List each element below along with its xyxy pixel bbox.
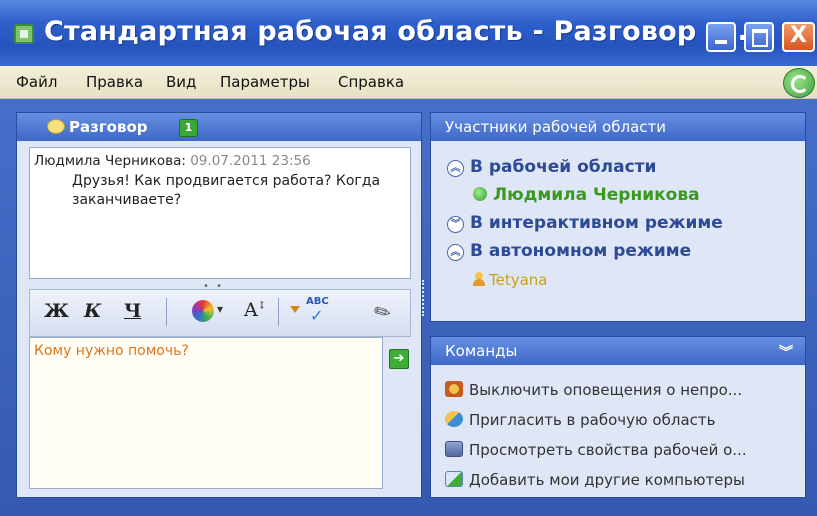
offline-user-icon <box>473 272 485 286</box>
expand-icon[interactable]: ︾ <box>447 216 464 233</box>
bold-button[interactable]: Ж <box>44 300 69 322</box>
message-text: Друзья! Как продвигается работа? Когда з… <box>72 173 381 208</box>
command-properties[interactable]: Просмотреть свойства рабочей о... <box>445 441 747 459</box>
message-input-text: Кому нужно помочь? <box>34 343 189 359</box>
italic-button[interactable]: К <box>84 300 101 322</box>
splitter-handle[interactable]: • • • • • <box>203 281 233 314</box>
commands-panel: Команды ︾ Выключить оповещения о непро..… <box>430 336 806 498</box>
participants-title: Участники рабочей области <box>445 118 667 136</box>
member-offline[interactable]: Tetyana <box>473 271 548 289</box>
app-icon[interactable] <box>14 24 34 44</box>
add-computers-icon <box>445 471 463 487</box>
menu-bar: Файл Правка Вид Параметры Справка <box>0 66 817 99</box>
group-offline[interactable]: ︽ В автономном режиме <box>447 241 691 261</box>
message-time: 09.07.2011 23:56 <box>190 153 311 169</box>
sync-icon[interactable] <box>783 68 815 98</box>
alert-bell-icon <box>445 381 463 397</box>
chat-log[interactable]: Людмила Черникова: 09.07.2011 23:56 Друз… <box>29 147 411 279</box>
format-toolbar: Ж К Ч A↕ ABC ✎ <box>29 289 411 337</box>
underline-button[interactable]: Ч <box>124 300 141 322</box>
spellcheck-icon[interactable]: ABC <box>306 296 329 325</box>
collapse-icon[interactable]: ︽ <box>447 244 464 261</box>
menu-options[interactable]: Параметры <box>220 73 310 91</box>
title-bar[interactable]: Стандартная рабочая область - Разговор -… <box>0 0 817 66</box>
close-button[interactable]: X <box>782 22 815 52</box>
window-title: Стандартная рабочая область - Разговор -… <box>44 16 759 47</box>
participants-panel: Участники рабочей области ︽ В рабочей обл… <box>430 112 806 322</box>
chevron-down-icon[interactable]: ︾ <box>779 342 793 362</box>
command-add-computers[interactable]: Добавить мои другие компьютеры <box>445 471 745 489</box>
font-size-button[interactable]: A↕ <box>244 299 266 321</box>
command-label: Выключить оповещения о непро... <box>469 381 743 399</box>
send-button[interactable]: ➔ <box>389 349 409 369</box>
microphone-icon[interactable]: ✎ <box>369 297 396 326</box>
menu-view[interactable]: Вид <box>166 73 196 91</box>
group-interactive[interactable]: ︾ В интерактивном режиме <box>447 213 723 233</box>
collapse-icon[interactable]: ︽ <box>447 160 464 177</box>
message-header: Людмила Черникова: 09.07.2011 23:56 <box>34 153 311 169</box>
online-status-icon <box>473 187 487 201</box>
menu-edit[interactable]: Правка <box>86 73 143 91</box>
font-size-icon: A <box>244 299 258 321</box>
close-icon: X <box>790 23 807 48</box>
conversation-title: Разговор <box>69 118 148 136</box>
conversation-panel: Разговор 1 Людмила Черникова: 09.07.2011… <box>16 112 422 498</box>
participants-header: Участники рабочей области <box>431 113 805 141</box>
group-label: В автономном режиме <box>470 241 692 261</box>
group-label: В рабочей области <box>470 157 657 177</box>
properties-icon <box>445 441 463 457</box>
commands-title: Команды <box>445 342 518 360</box>
text-color-icon[interactable] <box>192 300 223 322</box>
commands-header[interactable]: Команды ︾ <box>431 337 805 365</box>
minimize-button[interactable] <box>706 22 736 52</box>
command-label: Добавить мои другие компьютеры <box>469 471 745 489</box>
menu-help[interactable]: Справка <box>338 73 404 91</box>
member-name: Людмила Черникова <box>493 185 700 205</box>
unread-count-badge: 1 <box>179 119 198 137</box>
app-window: Стандартная рабочая область - Разговор -… <box>0 0 817 516</box>
menu-file[interactable]: Файл <box>16 73 57 91</box>
dropdown-arrow-icon[interactable] <box>290 306 300 313</box>
chat-bubble-icon <box>47 119 65 134</box>
command-invite[interactable]: Пригласить в рабочую область <box>445 411 715 429</box>
toolbar-separator <box>166 298 167 326</box>
command-label: Пригласить в рабочую область <box>469 411 716 429</box>
command-mute-alerts[interactable]: Выключить оповещения о непро... <box>445 381 742 399</box>
invite-users-icon <box>445 411 463 427</box>
group-in-workspace[interactable]: ︽ В рабочей области <box>447 157 656 177</box>
member-name: Tetyana <box>489 271 548 289</box>
message-author: Людмила Черникова: <box>34 153 186 169</box>
group-label: В интерактивном режиме <box>470 213 723 233</box>
message-input[interactable]: Кому нужно помочь? <box>29 337 383 489</box>
toolbar-separator <box>278 298 279 326</box>
member-online[interactable]: Людмила Черникова <box>473 185 700 205</box>
maximize-button[interactable] <box>744 22 774 52</box>
conversation-header: Разговор 1 <box>17 113 421 141</box>
vertical-splitter[interactable] <box>422 280 428 316</box>
command-label: Просмотреть свойства рабочей о... <box>469 441 747 459</box>
